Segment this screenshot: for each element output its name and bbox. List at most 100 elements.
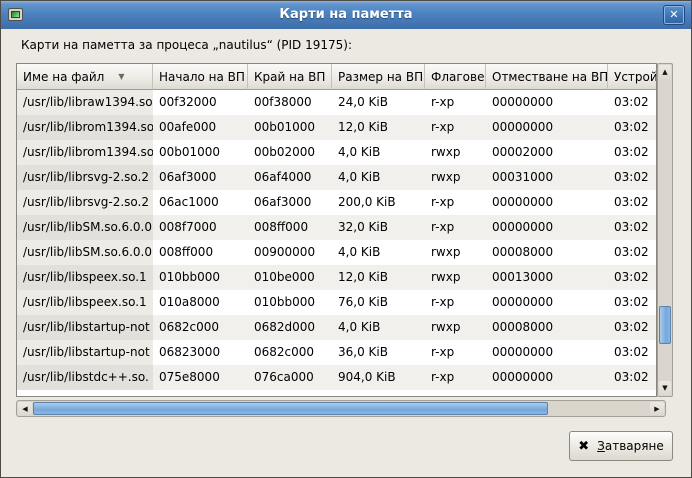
table-row[interactable]: /usr/lib/libSM.so.6.0.0008ff000009000004… (17, 240, 657, 265)
cell-file: /usr/lib/libSM.so.6.0.0 (17, 240, 153, 265)
cell-offset: 00013000 (486, 265, 608, 290)
cell-file: /usr/lib/libspeex.so.1 (17, 290, 153, 315)
scroll-down-icon[interactable]: ▼ (659, 381, 671, 395)
cell-start: 010bb000 (153, 265, 248, 290)
cell-start: 00afe000 (153, 115, 248, 140)
cell-device: 03:02 (608, 140, 657, 165)
cell-device: 03:02 (608, 340, 657, 365)
cell-start: 008ff000 (153, 240, 248, 265)
cell-end: 0682d000 (248, 315, 332, 340)
process-caption: Карти на паметта за процеса „nautilus“ (… (21, 38, 352, 52)
cell-device: 03:02 (608, 240, 657, 265)
column-header-file[interactable]: Име на файл▼ (17, 64, 153, 90)
scroll-left-icon[interactable]: ◀ (18, 402, 32, 415)
cell-size: 4,0 KiB (332, 165, 425, 190)
horizontal-scrollbar-thumb[interactable] (33, 402, 548, 415)
cell-flags: r-xp (425, 115, 486, 140)
cell-flags: r-xp (425, 290, 486, 315)
cell-offset: 00000000 (486, 190, 608, 215)
cell-end: 00b02000 (248, 140, 332, 165)
cell-file: /usr/lib/libstdc++.so. (17, 365, 153, 390)
table-row[interactable]: /usr/lib/librom1394.so00afe00000b0100012… (17, 115, 657, 140)
column-header-size[interactable]: Размер на ВП (332, 64, 425, 90)
column-header-start[interactable]: Начало на ВП (153, 64, 248, 90)
cell-file: /usr/lib/librsvg-2.so.2 (17, 190, 153, 215)
cell-file: /usr/lib/libraw1394.so (17, 90, 153, 115)
cell-end: 008ff000 (248, 215, 332, 240)
cell-end: 00b01000 (248, 115, 332, 140)
cell-size: 32,0 KiB (332, 215, 425, 240)
table-row[interactable]: /usr/lib/libSM.so.6.0.0008f7000008ff0003… (17, 215, 657, 240)
window-title: Карти на паметта (1, 1, 691, 29)
close-button[interactable]: ✖ Затваряне (569, 431, 673, 461)
cell-file: /usr/lib/librsvg-2.so.2 (17, 165, 153, 190)
vertical-scrollbar[interactable]: ▲ ▼ (657, 63, 673, 397)
cell-file: /usr/lib/libSM.so.6.0.0 (17, 215, 153, 240)
close-icon: ✕ (669, 8, 678, 21)
cell-device: 03:02 (608, 365, 657, 390)
column-header-end[interactable]: Край на ВП (248, 64, 332, 90)
column-header-device[interactable]: Устройство (608, 64, 657, 90)
cell-file: /usr/lib/libstartup-not (17, 315, 153, 340)
table-row[interactable]: /usr/lib/libstartup-not0682c0000682d0004… (17, 315, 657, 340)
cell-device: 03:02 (608, 315, 657, 340)
cell-offset: 00008000 (486, 240, 608, 265)
table-row[interactable]: /usr/lib/librsvg-2.so.206af300006af40004… (17, 165, 657, 190)
scroll-right-icon[interactable]: ▶ (650, 402, 664, 415)
cell-flags: r-xp (425, 340, 486, 365)
table-row[interactable]: /usr/lib/libspeex.so.1010bb000010be00012… (17, 265, 657, 290)
column-header-offset[interactable]: Отместване на ВП (486, 64, 608, 90)
table-row[interactable]: /usr/lib/librom1394.so00b0100000b020004,… (17, 140, 657, 165)
table-row[interactable]: /usr/lib/libspeex.so.1010a8000010bb00076… (17, 290, 657, 315)
cell-start: 0682c000 (153, 315, 248, 340)
cell-start: 06ac1000 (153, 190, 248, 215)
cell-size: 12,0 KiB (332, 265, 425, 290)
cell-offset: 00002000 (486, 140, 608, 165)
cell-offset: 00000000 (486, 290, 608, 315)
cell-offset: 00008000 (486, 315, 608, 340)
column-header-flags[interactable]: Флагове (425, 64, 486, 90)
cell-file: /usr/lib/libspeex.so.1 (17, 265, 153, 290)
close-button-icon: ✖ (578, 439, 589, 454)
memory-maps-window: Карти на паметта ✕ Карти на паметта за п… (0, 0, 692, 478)
cell-file: /usr/lib/librom1394.so (17, 115, 153, 140)
titlebar-close-button[interactable]: ✕ (663, 5, 685, 25)
cell-file: /usr/lib/libstartup-not (17, 340, 153, 365)
cell-start: 010a8000 (153, 290, 248, 315)
cell-start: 06af3000 (153, 165, 248, 190)
scroll-up-icon[interactable]: ▲ (659, 65, 671, 79)
table-row[interactable]: /usr/lib/libraw1394.so00f3200000f3800024… (17, 90, 657, 115)
cell-flags: r-xp (425, 90, 486, 115)
titlebar[interactable]: Карти на паметта ✕ (1, 1, 691, 30)
sort-descending-icon: ▼ (118, 72, 124, 81)
table-row[interactable]: /usr/lib/libstartup-not068230000682c0003… (17, 340, 657, 365)
cell-offset: 00000000 (486, 215, 608, 240)
table-row[interactable]: /usr/lib/librsvg-2.so.206ac100006af30002… (17, 190, 657, 215)
cell-device: 03:02 (608, 215, 657, 240)
cell-start: 075e8000 (153, 365, 248, 390)
cell-offset: 00000000 (486, 115, 608, 140)
cell-device: 03:02 (608, 190, 657, 215)
cell-end: 00900000 (248, 240, 332, 265)
table-header-row: Име на файл▼Начало на ВПКрай на ВПРазмер… (17, 64, 657, 90)
cell-size: 12,0 KiB (332, 115, 425, 140)
cell-flags: rwxp (425, 265, 486, 290)
cell-size: 36,0 KiB (332, 340, 425, 365)
cell-offset: 00031000 (486, 165, 608, 190)
cell-flags: r-xp (425, 215, 486, 240)
cell-flags: rwxp (425, 240, 486, 265)
cell-size: 4,0 KiB (332, 315, 425, 340)
cell-size: 4,0 KiB (332, 140, 425, 165)
vertical-scrollbar-thumb[interactable] (659, 306, 671, 344)
table-row[interactable]: /usr/lib/libstdc++.so.075e8000076ca00090… (17, 365, 657, 390)
cell-end: 076ca000 (248, 365, 332, 390)
cell-end: 06af3000 (248, 190, 332, 215)
cell-device: 03:02 (608, 90, 657, 115)
cell-file: /usr/lib/librom1394.so (17, 140, 153, 165)
cell-flags: rwxp (425, 140, 486, 165)
table-body: /usr/lib/libraw1394.so00f3200000f3800024… (17, 90, 656, 390)
cell-flags: r-xp (425, 365, 486, 390)
horizontal-scrollbar[interactable]: ◀ ▶ (16, 400, 666, 417)
cell-flags: rwxp (425, 315, 486, 340)
cell-size: 904,0 KiB (332, 365, 425, 390)
